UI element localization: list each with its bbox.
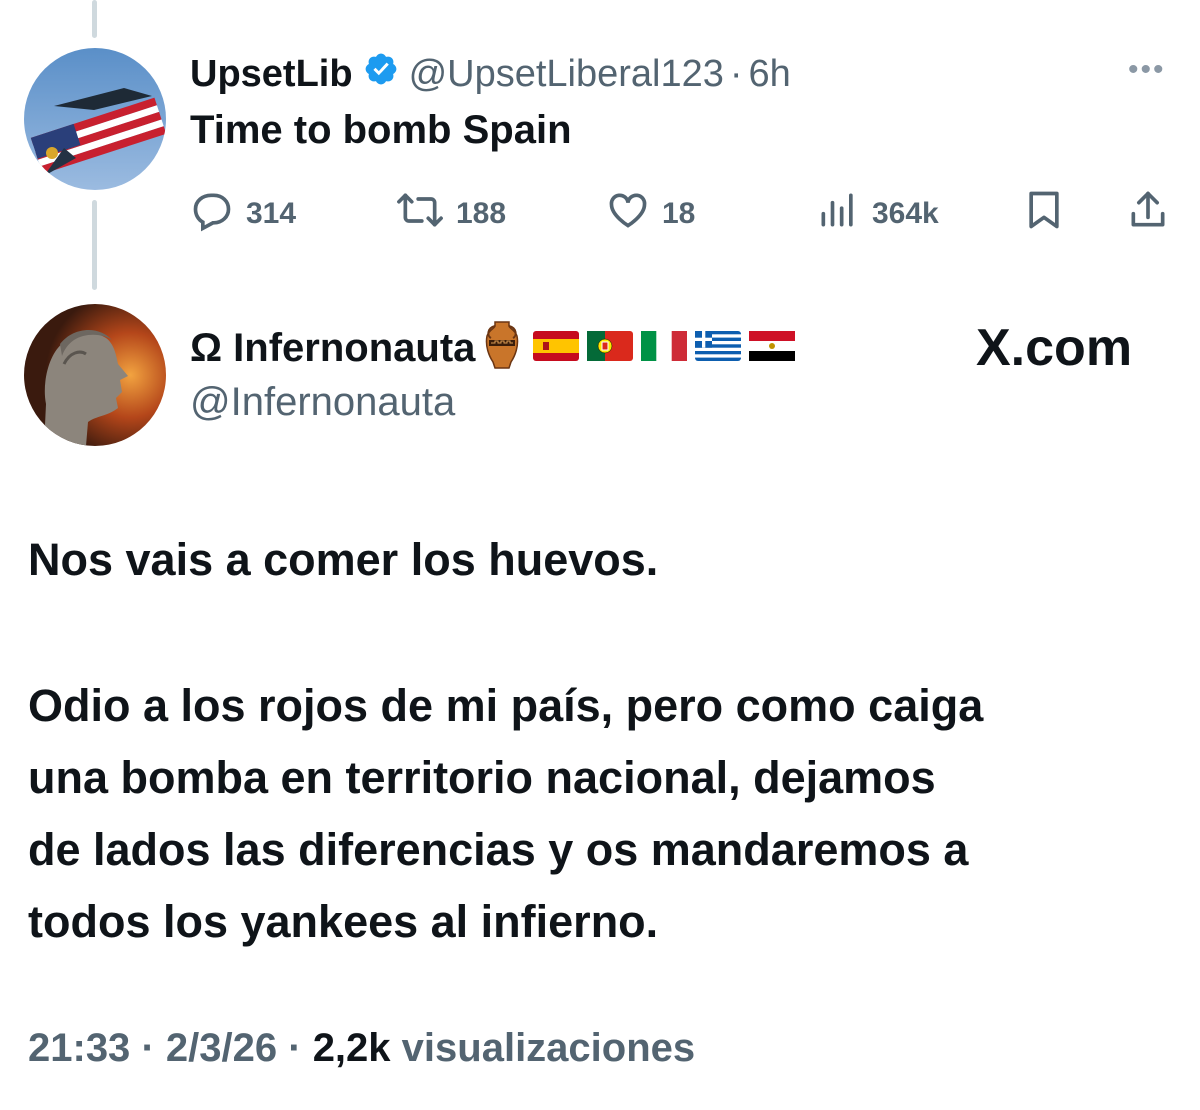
reply-button[interactable]: 314 [190,188,296,240]
header-separator: · [729,52,743,95]
tweet-paragraph-2-line-4: todos los yankees al infierno. [28,896,659,947]
tweet-footer: 21:33 · 2/3/26 · 2,2k visualizaciones [28,1026,695,1071]
tweet-paragraph-2-line-2: una bomba en territorio nacional, dejamo… [28,752,936,803]
flag-italy-icon [641,330,688,366]
main-name-row: Ω Infernonauta [190,318,796,378]
reply-action-bar: 314 188 18 364k [0,182,1200,238]
main-handle[interactable]: @Infernonauta [190,380,455,425]
reply-display-name[interactable]: UpsetLib [190,53,353,96]
repost-button[interactable]: 188 [396,188,506,240]
repost-icon [396,188,456,240]
reply-count: 314 [246,197,297,230]
reply-icon [190,188,246,240]
verified-badge-icon [363,51,399,97]
share-button[interactable] [1126,188,1182,240]
main-avatar[interactable] [24,304,166,446]
footer-views-label: visualizaciones [401,1026,696,1070]
repost-count: 188 [456,197,507,230]
reply-header: UpsetLib @UpsetLiberal123 · 6h [190,44,791,104]
tweet-date[interactable]: 2/3/26 [166,1026,277,1070]
more-horizontal-icon[interactable]: ••• [1128,55,1166,85]
heart-icon [606,188,662,240]
bookmark-button[interactable] [1022,188,1078,240]
tweet-paragraph-2-line-3: de lados las diferencias y os mandaremos… [28,824,969,875]
flag-greece-icon [695,330,742,366]
analytics-icon [816,188,872,240]
reply-handle[interactable]: @UpsetLiberal123 [409,53,724,96]
thread-line-top [92,0,97,38]
main-display-name[interactable]: Ω Infernonauta [190,326,475,371]
x-com-watermark: X.com [976,319,1133,377]
reply-text: Time to bomb Spain [190,108,572,152]
like-button[interactable]: 18 [606,188,695,240]
flag-spain-icon [533,330,580,366]
flag-egypt-icon [749,330,796,366]
views-button[interactable]: 364k [816,188,939,240]
footer-separator: · [288,1026,302,1070]
reply-avatar[interactable] [24,48,166,190]
share-icon [1126,188,1182,240]
tweet-paragraph-1: Nos vais a comer los huevos. [28,534,659,585]
bookmark-icon [1022,188,1078,240]
tweet-time[interactable]: 21:33 [28,1026,130,1070]
like-count: 18 [662,197,696,230]
reply-timestamp[interactable]: 6h [749,53,791,96]
tweet-paragraph-2-line-1: Odio a los rojos de mi país, pero como c… [28,680,984,731]
views-count: 364k [872,197,939,230]
footer-views-count: 2,2k [312,1026,391,1070]
flag-portugal-icon [587,330,634,366]
amphora-icon [485,320,519,377]
footer-separator: · [141,1026,155,1070]
